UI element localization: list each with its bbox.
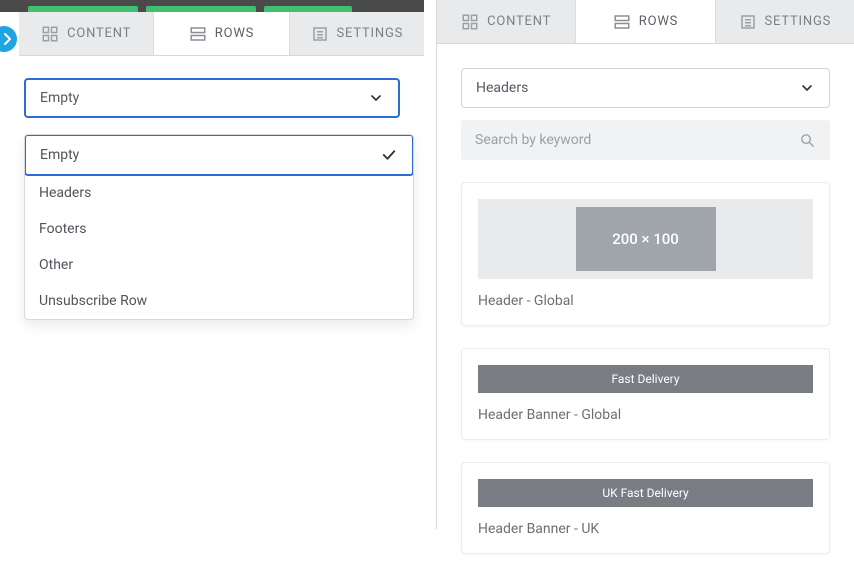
content-icon [461,13,479,31]
dropdown-item-label: Headers [39,185,91,201]
bar-label: UK Fast Delivery [602,486,688,500]
settings-icon [311,25,329,43]
tab-settings[interactable]: SETTINGS [290,12,424,55]
tab-content[interactable]: CONTENT [19,12,154,55]
search-input[interactable]: Search by keyword [461,120,830,160]
rows-icon [613,13,631,31]
dropdown-item-unsubscribe[interactable]: Unsubscribe Row [25,283,413,319]
tab-settings-label: SETTINGS [337,26,404,41]
tab-settings[interactable]: SETTINGS [716,0,854,43]
row-card-header-global[interactable]: 200 × 100 Header - Global [461,182,830,326]
search-placeholder: Search by keyword [475,132,591,148]
tab-rows[interactable]: ROWS [154,12,289,55]
tab-rows-label: ROWS [639,14,678,29]
rows-icon [189,25,207,43]
row-type-dropdown: Empty Headers Footers Other Unsubscribe … [24,134,414,320]
left-panel: CONTENT ROWS SETTINGS Empty Empty Header… [0,0,424,320]
collapse-toggle[interactable] [0,26,17,52]
dropdown-item-label: Footers [39,221,87,237]
settings-icon [739,13,757,31]
top-stub-bar [0,0,424,12]
image-placeholder: 200 × 100 [576,207,716,271]
row-caption: Header Banner - Global [478,407,813,423]
tab-content-label: CONTENT [487,14,551,29]
tab-content[interactable]: CONTENT [437,0,576,43]
right-panel: CONTENT ROWS SETTINGS Headers Search by … [436,0,854,529]
dropdown-item-headers[interactable]: Headers [25,175,413,211]
row-category-select[interactable]: Headers [461,68,830,108]
row-preview-bar: UK Fast Delivery [478,479,813,507]
row-type-select[interactable]: Empty [24,78,400,118]
image-placeholder-label: 200 × 100 [612,230,679,248]
row-preview-bar: Fast Delivery [478,365,813,393]
tab-content-label: CONTENT [67,26,131,41]
select-value: Empty [40,90,79,106]
tab-settings-label: SETTINGS [765,14,832,29]
chevron-right-icon [2,33,12,45]
left-body: Empty [0,56,424,136]
dropdown-item-label: Empty [40,147,79,163]
bar-label: Fast Delivery [611,372,679,386]
dropdown-item-empty[interactable]: Empty [24,134,414,176]
dropdown-item-label: Unsubscribe Row [39,293,147,309]
tab-rows-label: ROWS [215,26,254,41]
row-caption: Header - Global [478,293,813,309]
tab-rows[interactable]: ROWS [576,0,715,43]
dropdown-item-label: Other [39,257,73,273]
right-tabs: CONTENT ROWS SETTINGS [437,0,854,44]
select-value: Headers [476,80,528,96]
dropdown-item-other[interactable]: Other [25,247,413,283]
row-card-header-banner-global[interactable]: Fast Delivery Header Banner - Global [461,348,830,440]
row-preview: 200 × 100 [478,199,813,279]
content-icon [41,25,59,43]
search-icon [799,132,816,149]
left-tabs: CONTENT ROWS SETTINGS [19,12,424,56]
chevron-down-icon [799,80,815,96]
chevron-down-icon [368,90,384,106]
check-icon [380,146,398,164]
dropdown-item-footers[interactable]: Footers [25,211,413,247]
right-body: Headers Search by keyword 200 × 100 Head… [437,44,854,572]
row-card-header-banner-uk[interactable]: UK Fast Delivery Header Banner - UK [461,462,830,554]
row-caption: Header Banner - UK [478,521,813,537]
